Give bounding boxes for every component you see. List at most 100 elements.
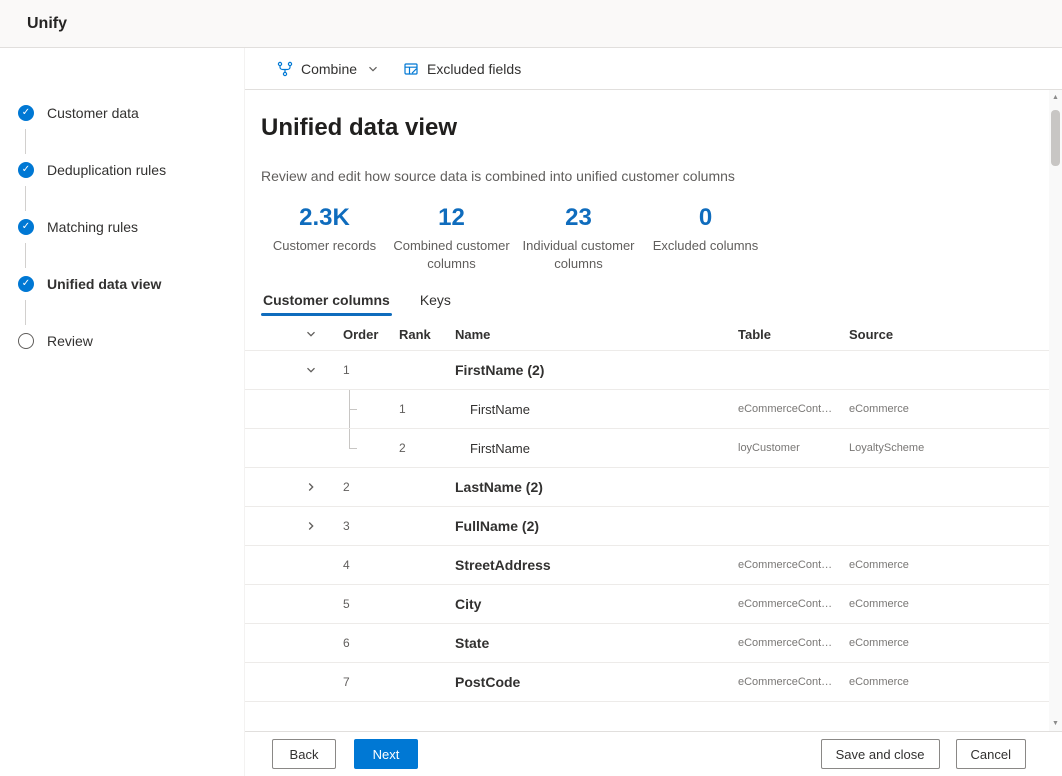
source-cell: eCommerce	[835, 403, 1049, 415]
table-row-firstname-2[interactable]: 1 FirstName (2)	[245, 351, 1049, 390]
stat-value: 12	[388, 204, 515, 232]
name-cell: City	[441, 596, 724, 612]
chevron-down-icon[interactable]	[293, 364, 329, 376]
scrollbar-track[interactable]	[1049, 105, 1062, 716]
combine-button[interactable]: Combine	[265, 55, 391, 83]
order-cell: 3	[329, 519, 385, 533]
table-row-state[interactable]: 6StateeCommerceContactseCommerce	[245, 624, 1049, 663]
columns-table: Order Rank Name Table Source 1 FirstName …	[245, 318, 1049, 702]
step-check-icon: ✓	[18, 276, 34, 292]
tree-connector-line	[349, 429, 350, 448]
stepper-step-unified-data-view[interactable]: ✓ Unified data view	[0, 276, 244, 292]
stepper-step-deduplication-rules[interactable]: ✓Deduplication rules	[0, 162, 244, 178]
excluded-fields-button[interactable]: Excluded fields	[391, 55, 533, 83]
order-cell: 5	[329, 597, 385, 611]
table-row-lastname-2[interactable]: 2 LastName (2)	[245, 468, 1049, 507]
stat-individual-customer-columns: 23Individual customer columns	[515, 204, 642, 272]
wizard-stepper: ✓Customer data✓Deduplication rules✓Match…	[0, 48, 245, 776]
column-header-table[interactable]: Table	[724, 327, 835, 342]
stat-combined-customer-columns: 12 Combined customer columns	[388, 204, 515, 272]
app-title: Unify	[27, 15, 67, 33]
table-child-row-firstname-1[interactable]: 1FirstNameeCommerceConta…eCommerce	[245, 390, 1049, 429]
source-cell: eCommerce	[835, 676, 1049, 688]
table-row-postcode[interactable]: 7 PostCodeeCommerceContactseCommerce	[245, 663, 1049, 702]
column-header-source[interactable]: Source	[835, 327, 1049, 342]
table-row-streetaddress[interactable]: 4StreetAddresseCommerceContactseCommerce	[245, 546, 1049, 585]
table-cell: eCommerceContacts	[724, 676, 835, 688]
name-cell: LastName (2)	[441, 479, 724, 495]
step-circle-empty-icon	[18, 333, 34, 349]
combine-label: Combine	[301, 61, 357, 77]
table-body: 1FirstName (2)1FirstNameeCommerceConta…e…	[245, 351, 1049, 702]
tree-connector-stub	[349, 409, 357, 410]
name-cell: FirstName	[441, 402, 724, 417]
page-title: Unified data view	[245, 90, 1049, 142]
page-subtitle: Review and edit how source data is combi…	[245, 142, 1049, 184]
table-row-city[interactable]: 5CityeCommerceContactseCommerce	[245, 585, 1049, 624]
command-bar: Combine Excluded fields	[245, 48, 1062, 90]
name-cell: FirstName	[441, 441, 724, 456]
table-cell: eCommerceContacts	[724, 559, 835, 571]
step-label: Review	[47, 333, 93, 349]
table-row-fullname-2[interactable]: 3 FullName (2)	[245, 507, 1049, 546]
excluded-fields-label: Excluded fields	[427, 61, 521, 77]
save-and-close-button[interactable]: Save and close	[821, 739, 940, 769]
scroll-up-icon[interactable]: ▲	[1049, 90, 1062, 105]
stat-value: 23	[515, 204, 642, 232]
step-label: Customer data	[47, 105, 139, 121]
stepper-step-matching-rules[interactable]: ✓ Matching rules	[0, 219, 244, 235]
name-cell: FullName (2)	[441, 518, 724, 534]
chevron-right-icon[interactable]	[293, 481, 329, 493]
scrollbar-thumb[interactable]	[1051, 110, 1060, 166]
column-header-order[interactable]: Order	[329, 327, 385, 342]
order-cell: 6	[329, 636, 385, 650]
cancel-button[interactable]: Cancel	[956, 739, 1026, 769]
unify-window: Unify ✓Customer data✓Deduplication rules…	[0, 0, 1062, 776]
tab-keys[interactable]: Keys	[418, 292, 453, 318]
vertical-scrollbar[interactable]: ▲ ▼	[1049, 90, 1062, 731]
stepper-step-customer-data[interactable]: ✓Customer data	[0, 105, 244, 121]
stat-value: 2.3K	[261, 204, 388, 232]
table-cell: eCommerceContacts	[724, 598, 835, 610]
name-cell: State	[441, 635, 724, 651]
order-cell: 4	[329, 558, 385, 572]
content-row: ✓Customer data✓Deduplication rules✓Match…	[0, 48, 1062, 776]
table-cell: loyCustomer	[724, 442, 835, 454]
next-button[interactable]: Next	[354, 739, 418, 769]
back-button[interactable]: Back	[272, 739, 336, 769]
stats-row: 2.3K Customer records12 Combined customer …	[245, 184, 1049, 272]
scroll-down-icon[interactable]: ▼	[1049, 716, 1062, 731]
chevron-down-icon	[367, 63, 379, 75]
order-cell: 1	[329, 363, 385, 377]
step-check-icon: ✓	[18, 219, 34, 235]
source-cell: LoyaltyScheme	[835, 442, 1049, 454]
rank-cell: 2	[385, 441, 441, 455]
stat-label: Combined customer columns	[388, 237, 515, 272]
stat-value: 0	[642, 204, 769, 232]
header-chevron-down-icon[interactable]	[293, 328, 329, 340]
order-cell: 7	[329, 675, 385, 689]
step-label: Unified data view	[47, 276, 161, 292]
table-cell: eCommerceContacts	[724, 637, 835, 649]
table-cell: eCommerceConta…	[724, 403, 835, 415]
name-cell: FirstName (2)	[441, 362, 724, 378]
step-label: Matching rules	[47, 219, 138, 235]
stepper-step-review[interactable]: Review	[0, 333, 244, 349]
step-label: Deduplication rules	[47, 162, 166, 178]
column-header-rank[interactable]: Rank	[385, 327, 441, 342]
app-header: Unify	[0, 0, 1062, 48]
content-scroll-area: Unified data view Review and edit how so…	[245, 90, 1049, 731]
order-cell: 2	[329, 480, 385, 494]
tab-customer-columns[interactable]: Customer columns	[261, 292, 392, 318]
name-cell: StreetAddress	[441, 557, 724, 573]
tabs: Customer columns Keys	[245, 272, 1049, 318]
table-child-row-firstname-2[interactable]: 2FirstNameloyCustomerLoyaltyScheme	[245, 429, 1049, 468]
stat-label: Customer records	[261, 237, 388, 255]
main-panel: Combine Excluded fields	[245, 48, 1062, 776]
excluded-fields-icon	[403, 61, 419, 77]
column-header-name[interactable]: Name	[441, 327, 724, 342]
name-cell: PostCode	[441, 674, 724, 690]
tree-connector-stub	[349, 448, 357, 449]
chevron-right-icon[interactable]	[293, 520, 329, 532]
stat-label: Excluded columns	[642, 237, 769, 255]
